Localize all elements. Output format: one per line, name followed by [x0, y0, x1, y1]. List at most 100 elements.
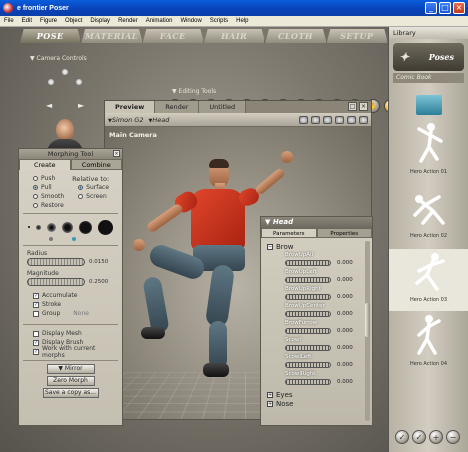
display-style-icon[interactable] — [311, 115, 320, 124]
figure-left-arm[interactable] — [145, 202, 185, 234]
document-options-icon[interactable] — [359, 115, 368, 124]
tab-create[interactable]: Create — [19, 159, 71, 170]
dial-track[interactable] — [285, 260, 331, 266]
group-eyes[interactable]: + Eyes — [261, 390, 372, 399]
tab-hair[interactable]: HAIR — [203, 29, 266, 43]
dial-value[interactable]: 0.000 — [337, 260, 353, 266]
dial-value[interactable]: 0.000 — [337, 294, 353, 300]
camera-face-icon[interactable] — [56, 119, 74, 141]
menu-edit[interactable]: Edit — [18, 18, 36, 24]
dial-track[interactable] — [285, 345, 331, 351]
library-category-poses[interactable]: ✦ Poses — [393, 43, 464, 71]
dial-scowl[interactable]: Scowl 0.000 — [285, 337, 372, 354]
tab-face[interactable]: FACE — [142, 29, 204, 43]
shadow-toggle-icon[interactable] — [347, 115, 356, 124]
camera-light-dot-icon[interactable] — [48, 79, 54, 85]
document-close-icon[interactable]: × — [359, 102, 368, 111]
menu-figure[interactable]: Figure — [36, 18, 61, 24]
apply-pose-icon[interactable]: ✓ — [395, 430, 409, 444]
menu-window[interactable]: Window — [176, 18, 205, 24]
figure-shirt[interactable] — [191, 189, 245, 251]
dial-value[interactable]: 0.000 — [337, 345, 353, 351]
mirror-button[interactable]: ▼ Mirror — [46, 364, 95, 374]
display-mesh-checkbox[interactable]: Display Mesh — [33, 329, 108, 338]
menu-animation[interactable]: Animation — [142, 18, 177, 24]
dial-browupright[interactable]: BrowUpRight 0.000 — [285, 286, 372, 303]
dial-value[interactable]: 0.000 — [337, 328, 353, 334]
depth-cue-icon[interactable] — [335, 115, 344, 124]
save-copy-button[interactable]: Save a copy as... — [42, 388, 99, 398]
display-style-icon[interactable] — [299, 115, 308, 124]
collapse-minus-icon[interactable]: − — [267, 243, 273, 250]
menu-scripts[interactable]: Scripts — [206, 18, 232, 24]
dial-value[interactable]: 0.000 — [337, 277, 353, 283]
relative-surface-option[interactable]: Surface — [72, 183, 109, 192]
group-dropdown[interactable]: None — [73, 310, 89, 317]
dial-value[interactable]: 0.000 — [337, 379, 353, 385]
expand-plus-icon[interactable]: + — [267, 400, 273, 407]
mode-push-option[interactable]: Push — [33, 174, 64, 183]
stroke-checkbox[interactable]: ✓ Stroke — [33, 300, 108, 309]
group-checkbox[interactable]: Group None — [33, 309, 108, 318]
figure-right-arm[interactable] — [254, 167, 286, 196]
menu-render[interactable]: Render — [114, 18, 142, 24]
brush-preset-small-icon[interactable] — [36, 224, 41, 230]
minimize-button[interactable]: _ — [425, 2, 437, 14]
zero-morph-button[interactable]: Zero Morph — [46, 376, 95, 386]
figure-left-hand[interactable] — [133, 239, 145, 251]
radius-value[interactable]: 0.0150 — [89, 259, 108, 265]
dial-track[interactable] — [285, 362, 331, 368]
magnitude-slider[interactable] — [27, 278, 85, 286]
mode-restore-option[interactable]: Restore — [33, 201, 64, 210]
rotate-left-icon[interactable]: ◄ — [46, 101, 52, 110]
tab-preview[interactable]: Preview — [105, 101, 156, 113]
library-item-hero-action-01[interactable]: Hero Action 01 — [389, 121, 468, 183]
library-item-hero-action-02[interactable]: Hero Action 02 — [389, 185, 468, 247]
accumulate-checkbox[interactable]: ✓ Accumulate — [33, 291, 108, 300]
library-subfolder[interactable]: Comic Book — [393, 73, 464, 83]
figure-right-shin[interactable] — [209, 321, 227, 369]
dial-browfurrow[interactable]: BrowFurrow 0.000 — [285, 320, 372, 337]
tab-parameters[interactable]: Parameters — [261, 228, 317, 238]
camera-light-dot-icon[interactable] — [76, 79, 82, 85]
tab-setup[interactable]: SETUP — [326, 29, 388, 43]
dial-track[interactable] — [285, 379, 331, 385]
mode-pull-option[interactable]: Pull — [33, 183, 64, 192]
brush-preset-large-icon[interactable] — [79, 220, 92, 234]
dial-scowlleft[interactable]: ScowlLeft 0.000 — [285, 354, 372, 371]
menu-file[interactable]: File — [0, 18, 18, 24]
dial-value[interactable]: 0.000 — [337, 362, 353, 368]
close-button[interactable]: × — [453, 2, 465, 14]
library-item-hero-action-03[interactable]: Hero Action 03 — [389, 249, 468, 311]
tab-untitled[interactable]: Untitled — [199, 101, 247, 113]
library-item-hero-action-04[interactable]: Hero Action 04 — [389, 313, 468, 375]
relative-screen-option[interactable]: Screen — [72, 192, 109, 201]
dial-track[interactable] — [285, 328, 331, 334]
collapse-arrow-icon[interactable]: ▼ — [265, 218, 273, 226]
tab-pose[interactable]: POSE — [20, 29, 82, 43]
dial-scowlright[interactable]: ScowlRight 0.000 — [285, 371, 372, 388]
figure-right-hand[interactable] — [281, 151, 293, 163]
tab-material[interactable]: MATERIAL — [81, 29, 143, 43]
parameters-scrollbar[interactable] — [365, 241, 370, 421]
brush-preset-hard-icon[interactable] — [98, 219, 113, 235]
brush-preset-tiny-icon[interactable] — [28, 226, 30, 228]
camera-light-dot-icon[interactable] — [62, 69, 68, 75]
document-maximize-icon[interactable]: □ — [348, 102, 357, 111]
dial-track[interactable] — [285, 294, 331, 300]
brush-preset-medium-icon[interactable] — [62, 221, 73, 233]
figure-select-dropdown[interactable]: Simon G2 — [108, 116, 144, 124]
figure-right-thigh[interactable] — [204, 263, 236, 329]
menu-display[interactable]: Display — [86, 18, 114, 24]
dial-browupall[interactable]: BrowUpAll 0.000 — [285, 252, 372, 269]
maximize-button[interactable]: □ — [439, 2, 451, 14]
dial-track[interactable] — [285, 277, 331, 283]
tab-cloth[interactable]: CLOTH — [265, 29, 327, 43]
group-nose[interactable]: + Nose — [261, 399, 372, 408]
panel-close-icon[interactable]: × — [113, 150, 120, 157]
figure-left-shin[interactable] — [142, 275, 170, 335]
apply-pose-new-icon[interactable]: ✓ — [412, 430, 426, 444]
dial-value[interactable]: 0.000 — [337, 311, 353, 317]
menu-help[interactable]: Help — [232, 18, 252, 24]
scrollbar-thumb[interactable] — [365, 303, 370, 337]
